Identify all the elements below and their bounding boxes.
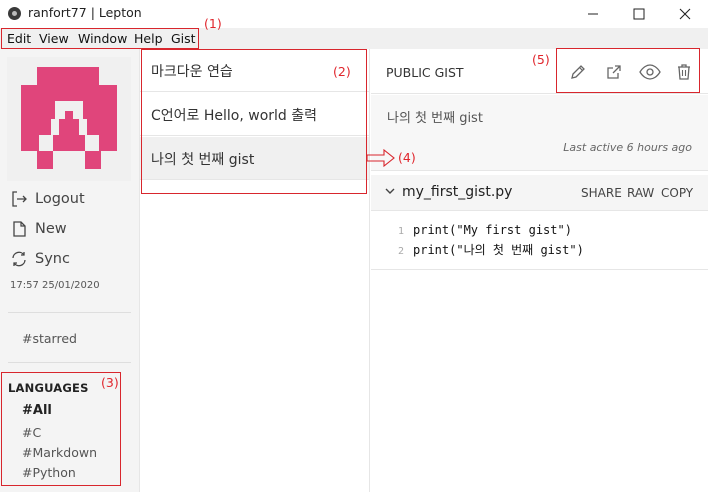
line-number: 1 [398,226,405,237]
minimize-icon [588,13,598,15]
title-bar: ranfort77 | Lepton [0,0,708,28]
sidebar-divider [8,362,131,363]
sync-link[interactable]: Sync [9,249,70,269]
annotation-label: (1) [204,16,222,31]
chevron-down-icon[interactable] [383,184,397,198]
annotation-label: (2) [333,64,351,79]
logout-icon [9,189,29,209]
annotation-label: (5) [532,52,550,67]
copy-button[interactable]: COPY [661,186,693,200]
line-number: 2 [398,246,405,257]
gist-description: 나의 첫 번째 gist [387,111,483,126]
file-name: my_first_gist.py [402,184,513,200]
sync-label: Sync [35,251,70,267]
window-title: ranfort77 | Lepton [28,5,142,20]
new-file-icon [9,219,29,239]
app-icon [8,7,21,20]
description-area: 나의 첫 번째 gist Last active 6 hours ago [371,95,708,171]
gist-detail: PUBLIC GIST 나의 첫 번째 gist Last active 6 h… [371,49,708,492]
annotation-box-toolbar [556,48,700,93]
maximize-icon [633,8,645,20]
sidebar-divider [8,312,131,313]
close-button[interactable] [662,0,708,28]
avatar [7,57,131,181]
starred-filter[interactable]: #starred [22,331,77,346]
identicon-image [21,67,117,169]
sync-timestamp: 17:57 25/01/2020 [10,280,100,291]
new-gist-link[interactable]: New [9,219,67,239]
logout-link[interactable]: Logout [9,189,85,209]
logout-label: Logout [35,191,85,207]
annotation-label: (3) [101,375,119,390]
share-button[interactable]: SHARE [581,186,622,200]
minimize-button[interactable] [570,0,616,28]
code-view: 1 print("My first gist") 2 print("나의 첫 번째 … [371,212,708,270]
code-text: print("나의 첫 번째 gist") [413,243,584,257]
annotation-box-menu [1,28,199,49]
code-text: print("My first gist") [413,223,572,237]
new-label: New [35,221,67,237]
last-active-label: Last active 6 hours ago [563,141,692,154]
code-line: 1 print("My first gist") [371,223,572,237]
file-header: my_first_gist.py SHARE RAW COPY [371,175,708,211]
maximize-button[interactable] [616,0,662,28]
raw-button[interactable]: RAW [627,186,654,200]
arrow-right-icon [366,149,395,167]
close-icon [679,8,691,20]
annotation-label: (4) [398,150,416,165]
code-line: 2 print("나의 첫 번째 gist") [371,241,584,258]
visibility-label: PUBLIC GIST [386,65,464,80]
sync-icon [9,249,29,269]
